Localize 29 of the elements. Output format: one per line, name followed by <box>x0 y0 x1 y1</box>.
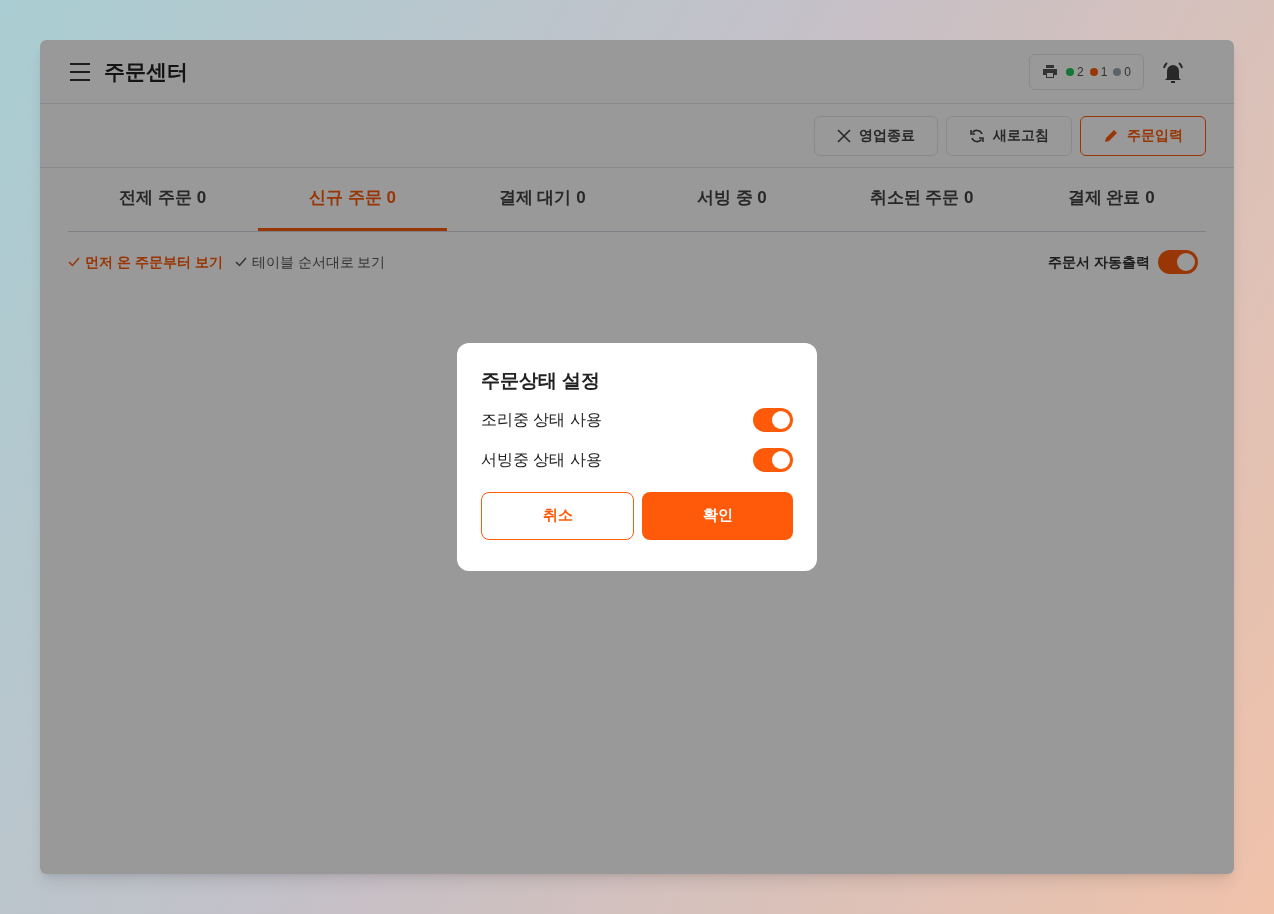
menu-icon[interactable] <box>68 61 92 82</box>
auto-print-label: 주문서 자동출력 <box>1048 252 1150 272</box>
confirm-button[interactable]: 확인 <box>642 491 793 540</box>
dialog-title: 주문상태 설정 <box>481 369 602 393</box>
setting-toggle[interactable] <box>753 447 793 472</box>
setting-label: 조리중 상태 사용 <box>481 409 602 430</box>
order-tab[interactable]: 결제 완료 0 <box>1016 168 1207 231</box>
order-tab[interactable]: 결제 대기 0 <box>447 168 637 231</box>
printer-icon <box>1041 64 1058 79</box>
order-tab[interactable]: 전제 주문 0 <box>68 168 258 231</box>
order-tab[interactable]: 취소된 주문 0 <box>826 168 1017 231</box>
pencil-icon <box>1103 127 1119 144</box>
check-icon <box>234 257 247 267</box>
close-icon <box>837 128 851 143</box>
status-count: 2 <box>1076 63 1084 81</box>
status-count: 0 <box>1124 63 1131 81</box>
check-icon <box>68 257 80 267</box>
app-title: 주문센터 <box>104 58 188 85</box>
setting-label: 서빙중 상태 사용 <box>481 449 602 470</box>
status-count: 1 <box>1100 63 1108 81</box>
sort-option[interactable]: 테이블 순서대로 보기 <box>234 251 386 273</box>
setting-toggle[interactable] <box>753 407 793 432</box>
cancel-button[interactable]: 취소 <box>481 491 634 540</box>
order-tab[interactable]: 서빙 중 0 <box>637 168 827 231</box>
auto-print-toggle[interactable] <box>1158 250 1198 274</box>
close-business-button[interactable]: 영업종료 <box>814 115 938 156</box>
refresh-icon <box>969 127 985 144</box>
refresh-button[interactable]: 새로고침 <box>946 115 1072 156</box>
printer-status[interactable]: 2 1 0 <box>1028 53 1144 90</box>
